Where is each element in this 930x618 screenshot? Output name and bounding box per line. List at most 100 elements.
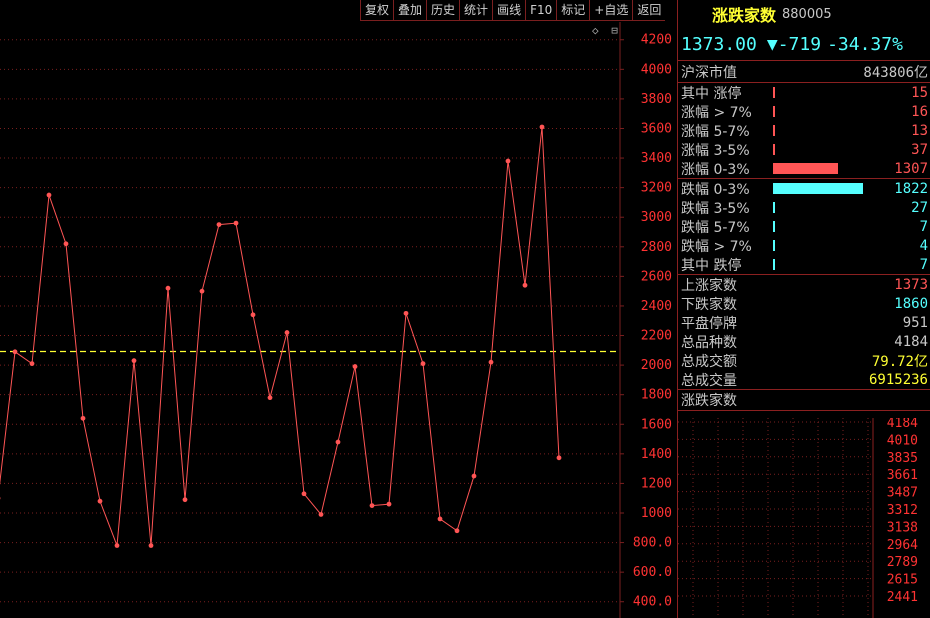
mini-tick-label: 2615 — [887, 573, 918, 588]
down_rows-value: 1822 — [894, 180, 928, 197]
mini-tick-label: 2441 — [887, 590, 918, 605]
market-cap-label: 沪深市值 — [681, 64, 737, 81]
down_rows-row: 跌幅 0-3% 1822 — [678, 179, 930, 198]
up_rows-row: 涨幅 5-7% 13 — [678, 121, 930, 140]
down_rows-bar — [773, 240, 775, 251]
stat-row: 上涨家数 1373 — [678, 275, 930, 294]
data-point — [250, 312, 256, 318]
market-cap-value: 843806亿 — [863, 64, 928, 81]
stat-label: 总品种数 — [681, 334, 737, 351]
data-point — [12, 349, 18, 355]
down_rows-label: 跌幅 5-7% — [681, 219, 750, 236]
down_rows-bar — [773, 183, 863, 194]
stat-label: 总成交量 — [681, 372, 737, 389]
data-point — [301, 491, 307, 497]
y-tick-label: 3800 — [641, 92, 672, 107]
quote-row: 1373.00 ▼ -719 -34.37% — [678, 28, 930, 61]
diamond-icon[interactable]: ◇ — [592, 24, 599, 37]
toolbar-button-3[interactable]: 统计 — [459, 0, 493, 21]
down_rows-value: 4 — [919, 237, 928, 254]
toolbar-button-7[interactable]: +自选 — [589, 0, 633, 21]
data-point — [114, 543, 120, 548]
stat-label: 平盘停牌 — [681, 315, 737, 332]
mini-tick-label: 3661 — [887, 468, 918, 483]
up_rows-value: 13 — [911, 122, 928, 139]
stat-label: 上涨家数 — [681, 277, 737, 294]
y-tick-label: 800.0 — [633, 536, 672, 551]
toolbar-button-1[interactable]: 叠加 — [393, 0, 427, 21]
data-point — [522, 282, 528, 288]
stat-value: 79.72亿 — [871, 353, 928, 370]
y-tick-label: 2800 — [641, 240, 672, 255]
data-point — [165, 285, 171, 291]
stat-label: 总成交额 — [681, 353, 737, 370]
data-point — [437, 516, 443, 522]
down_rows-bar — [773, 202, 775, 213]
toolbar-button-6[interactable]: 标记 — [556, 0, 590, 21]
y-tick-label: 1000 — [641, 506, 672, 521]
price-change-pct: -34.37% — [827, 33, 903, 55]
up_rows-bar — [773, 106, 775, 117]
toolbar-button-2[interactable]: 历史 — [426, 0, 460, 21]
data-point — [539, 124, 545, 130]
last-price: 1373.00 — [681, 33, 757, 55]
market-cap-row: 沪深市值 843806亿 — [678, 61, 930, 83]
y-tick-label: 4200 — [641, 33, 672, 48]
mini-chart: 4184 4010 3835 3661 3487 3312 3138 2964 2789 2615… — [678, 418, 918, 618]
down_rows-row: 跌幅 3-5% 27 — [678, 198, 930, 217]
up_rows-label: 涨幅 3-5% — [681, 142, 750, 159]
toolbar-button-4[interactable]: 画线 — [492, 0, 526, 21]
y-tick-label: 600.0 — [633, 565, 672, 580]
y-tick-label: 2400 — [641, 299, 672, 314]
data-point — [80, 415, 86, 421]
up_rows-label: 涨幅 0-3% — [681, 161, 750, 178]
up_rows-value: 37 — [911, 141, 928, 158]
up_rows-bar — [773, 87, 775, 98]
data-point — [97, 498, 103, 504]
down_rows-label: 跌幅 3-5% — [681, 200, 750, 217]
data-point — [420, 361, 426, 367]
data-point — [335, 439, 341, 445]
y-tick-label: 3400 — [641, 151, 672, 166]
y-tick-label: 4000 — [641, 62, 672, 77]
mini-tick-label: 3835 — [887, 451, 918, 466]
data-point — [488, 359, 494, 365]
data-point — [369, 503, 375, 509]
index-title: 涨跌家数 — [712, 6, 777, 25]
up-distribution: 其中 涨停 15 涨幅 > 7% 16 涨幅 5-7% 13 涨幅 3-5% 37 涨幅 0-3… — [678, 83, 930, 179]
data-point — [505, 158, 511, 164]
data-point — [403, 310, 409, 316]
mini-tick-label: 2789 — [887, 555, 918, 570]
data-point — [284, 330, 290, 335]
collapse-icon[interactable]: ⊟ — [611, 24, 618, 37]
data-point — [318, 512, 324, 517]
toolbar-button-8[interactable]: 返回 — [632, 0, 666, 21]
mini-tick-label: 4184 — [887, 418, 918, 431]
up_rows-bar — [773, 125, 775, 136]
y-tick-label: 2000 — [641, 358, 672, 373]
price-change: -719 — [777, 33, 822, 55]
up_rows-row: 涨幅 0-3% 1307 — [678, 159, 930, 178]
data-point — [454, 528, 460, 534]
mini-tick-label: 3487 — [887, 486, 918, 501]
data-point — [216, 222, 222, 228]
down_rows-value: 7 — [919, 218, 928, 235]
data-point — [199, 288, 205, 294]
up_rows-value: 16 — [911, 103, 928, 120]
toolbar-button-5[interactable]: F10 — [525, 0, 557, 21]
stat-row: 平盘停牌 951 — [678, 313, 930, 332]
up_rows-row: 涨幅 > 7% 16 — [678, 102, 930, 121]
down_rows-label: 其中 跌停 — [681, 257, 742, 274]
stat-row: 总成交额 79.72亿 — [678, 351, 930, 370]
toolbar-button-0[interactable]: 复权 — [360, 0, 394, 21]
up_rows-label: 涨幅 5-7% — [681, 123, 750, 140]
down_rows-label: 跌幅 0-3% — [681, 181, 750, 198]
stats-block: 上涨家数 1373 下跌家数 1860 平盘停牌 951 总品种数 4184 总成交额 79.72… — [678, 275, 930, 390]
y-tick-label: 2600 — [641, 269, 672, 284]
down_rows-row: 其中 跌停 7 — [678, 255, 930, 274]
y-tick-label: 2200 — [641, 329, 672, 344]
info-panel: 涨跌家数 880005 1373.00 ▼ -719 -34.37% 沪深市值 … — [677, 0, 930, 618]
down_rows-row: 跌幅 > 7% 4 — [678, 236, 930, 255]
data-point — [148, 543, 154, 548]
up_rows-row: 涨幅 3-5% 37 — [678, 140, 930, 159]
